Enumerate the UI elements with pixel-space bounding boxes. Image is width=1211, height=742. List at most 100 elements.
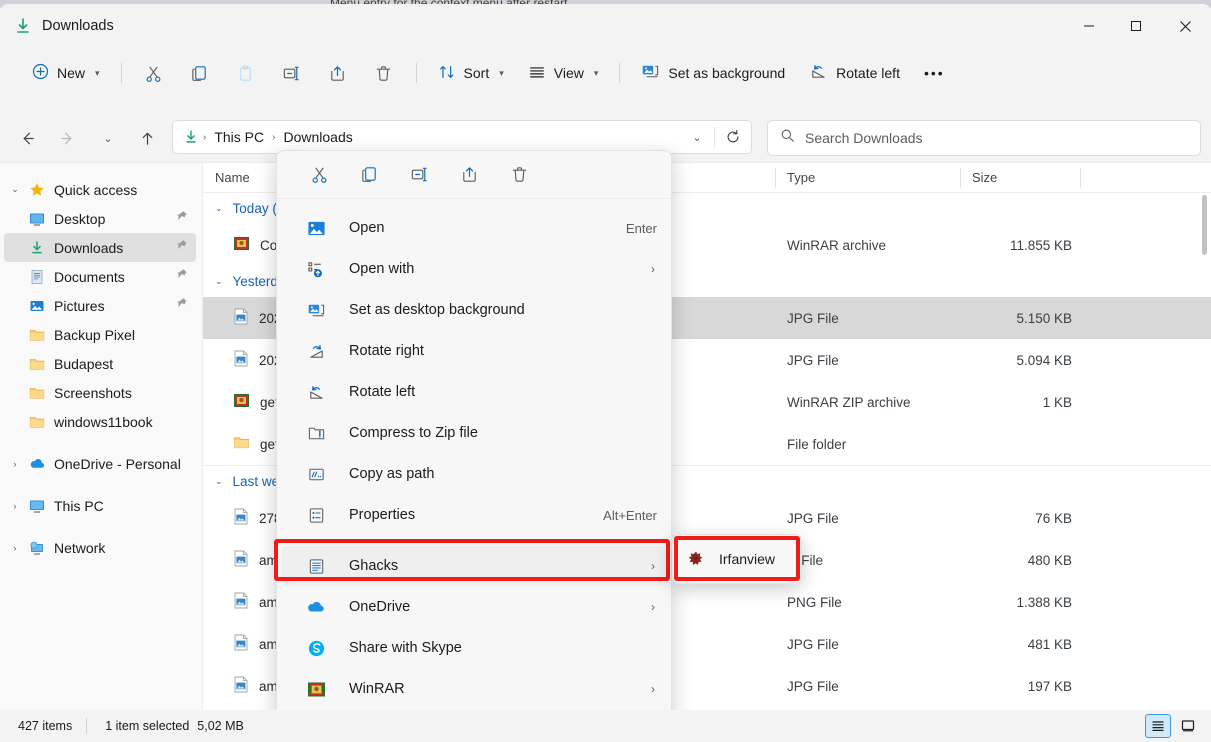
close-button[interactable]: [1159, 4, 1211, 48]
back-button[interactable]: [10, 121, 44, 155]
more-options-button[interactable]: •••: [914, 56, 955, 90]
sidebar-item-label: This PC: [54, 498, 104, 514]
context-menu-item-label: WinRAR: [349, 681, 405, 697]
context-menu-item-compress-to-zip[interactable]: Compress to Zip file: [281, 413, 667, 453]
context-menu-item-onedrive[interactable]: OneDrive ›: [281, 587, 667, 627]
context-menu-item-winrar[interactable]: WinRAR ›: [281, 669, 667, 709]
context-menu-item-open[interactable]: Open Enter: [281, 208, 667, 248]
minimize-button[interactable]: [1065, 4, 1112, 48]
sidebar-item-label: Desktop: [54, 211, 105, 227]
sidebar-item-budapest[interactable]: Budapest: [4, 349, 196, 378]
cut-icon[interactable]: [299, 158, 339, 192]
up-button[interactable]: [130, 121, 164, 155]
context-menu-spacer: [277, 199, 671, 207]
sort-button[interactable]: Sort ▾: [428, 56, 514, 90]
view-button[interactable]: View ▾: [518, 56, 609, 90]
toolbar-divider-2: [416, 63, 417, 83]
maximize-button[interactable]: [1112, 4, 1159, 48]
pin-icon[interactable]: [175, 239, 188, 255]
chevron-down-icon[interactable]: ⌄: [4, 184, 26, 195]
search-box[interactable]: Search Downloads: [767, 120, 1201, 156]
chevron-right-icon[interactable]: ›: [4, 501, 26, 511]
cut-button[interactable]: [134, 56, 174, 90]
sort-icon: [438, 63, 456, 84]
forward-button[interactable]: [50, 121, 84, 155]
sidebar-item-network[interactable]: › Network: [4, 533, 196, 562]
scrollbar-thumb[interactable]: [1202, 195, 1207, 255]
copy-button[interactable]: [180, 56, 220, 90]
address-dropdown-button[interactable]: ⌄: [678, 121, 714, 153]
new-label: New: [57, 65, 85, 81]
context-menu-item-set-as-desktop-background[interactable]: Set as desktop background: [281, 290, 667, 330]
rename-button[interactable]: [272, 56, 312, 90]
context-menu-item-copy-as-path[interactable]: Copy as path: [281, 454, 667, 494]
vertical-scrollbar[interactable]: [1199, 195, 1209, 705]
rotate-left-button[interactable]: Rotate left: [799, 56, 910, 90]
set-as-background-button[interactable]: Set as background: [631, 56, 795, 90]
large-icons-view-button[interactable]: [1175, 714, 1201, 738]
context-menu-item-rotate-left[interactable]: Rotate left: [281, 372, 667, 412]
sidebar-item-pictures[interactable]: Pictures: [4, 291, 196, 320]
breadcrumb-downloads[interactable]: Downloads: [279, 129, 356, 145]
irfanview-icon: [687, 550, 705, 568]
context-menu-item-accelerator: Alt+Enter: [603, 508, 667, 523]
context-menu-item-rotate-right[interactable]: Rotate right: [281, 331, 667, 371]
column-header-size[interactable]: Size: [960, 163, 1080, 193]
sidebar-item-label: OneDrive - Personal: [54, 456, 181, 472]
file-size-cell: 76 KB: [960, 511, 1080, 526]
selection-size-label: 5,02 MB: [189, 719, 244, 733]
search-input[interactable]: Search Downloads: [805, 130, 923, 146]
sidebar-item-downloads[interactable]: Downloads: [4, 233, 196, 262]
column-header-extra[interactable]: [1080, 163, 1200, 193]
file-size-cell: 5.094 KB: [960, 353, 1080, 368]
delete-button[interactable]: [364, 56, 404, 90]
pictures-icon: [26, 298, 48, 314]
column-header-type[interactable]: Type: [775, 163, 960, 193]
new-button[interactable]: New ▾: [22, 56, 110, 90]
sidebar-item-windows11book[interactable]: windows11book: [4, 407, 196, 436]
context-menu-item-properties[interactable]: Properties Alt+Enter: [281, 495, 667, 535]
chevron-right-icon[interactable]: ›: [4, 459, 26, 469]
sidebar-item-documents[interactable]: Documents: [4, 262, 196, 291]
sidebar-item-this-pc[interactable]: › This PC: [4, 491, 196, 520]
context-menu-item-label: OneDrive: [349, 599, 410, 615]
ghacks-submenu: Irfanview: [672, 534, 802, 584]
sidebar-item-screenshots[interactable]: Screenshots: [4, 378, 196, 407]
file-size-cell: 197 KB: [960, 679, 1080, 694]
chevron-down-icon[interactable]: ⌄: [215, 203, 223, 214]
file-size-cell: 480 KB: [960, 553, 1080, 568]
context-menu-item-label: Rotate right: [349, 343, 424, 359]
address-bar[interactable]: › This PC › Downloads ⌄: [172, 120, 752, 154]
pin-icon[interactable]: [175, 268, 188, 284]
refresh-button[interactable]: [715, 121, 751, 153]
chevron-down-icon: ⌄: [692, 131, 701, 144]
pin-icon[interactable]: [175, 210, 188, 226]
context-menu-item-ghacks[interactable]: Ghacks ›: [281, 546, 667, 586]
context-menu-item-label: Compress to Zip file: [349, 425, 478, 441]
chevron-down-icon[interactable]: ⌄: [215, 276, 223, 287]
sidebar-item-quick-access[interactable]: ⌄ Quick access: [4, 175, 196, 204]
details-view-button[interactable]: [1145, 714, 1171, 738]
chevron-down-icon: ▾: [594, 68, 599, 79]
context-menu-item-share-with-skype[interactable]: Share with Skype: [281, 628, 667, 668]
jpg-icon: [233, 676, 249, 696]
chevron-down-icon[interactable]: ⌄: [215, 476, 223, 487]
ghacks-submenu-item-label[interactable]: Irfanview: [719, 551, 775, 567]
navigation-pane: ⌄ Quick access Desktop Downloa: [0, 163, 203, 711]
rename-icon[interactable]: [399, 158, 439, 192]
sidebar-item-desktop[interactable]: Desktop: [4, 204, 196, 233]
sidebar-item-onedrive[interactable]: › OneDrive - Personal: [4, 449, 196, 478]
copy-icon[interactable]: [349, 158, 389, 192]
sidebar-item-backup-pixel[interactable]: Backup Pixel: [4, 320, 196, 349]
share-button[interactable]: [318, 56, 358, 90]
delete-icon[interactable]: [499, 158, 539, 192]
set-background-icon: [641, 62, 660, 84]
pin-icon[interactable]: [175, 297, 188, 313]
share-icon[interactable]: [449, 158, 489, 192]
context-menu-item-open-with[interactable]: Open with ›: [281, 249, 667, 289]
open-with-icon: [305, 260, 327, 279]
chevron-right-icon[interactable]: ›: [4, 543, 26, 553]
breadcrumb-this-pc[interactable]: This PC: [210, 129, 268, 145]
sidebar-item-label: Screenshots: [54, 385, 132, 401]
recent-locations-button[interactable]: ⌄: [90, 121, 124, 155]
